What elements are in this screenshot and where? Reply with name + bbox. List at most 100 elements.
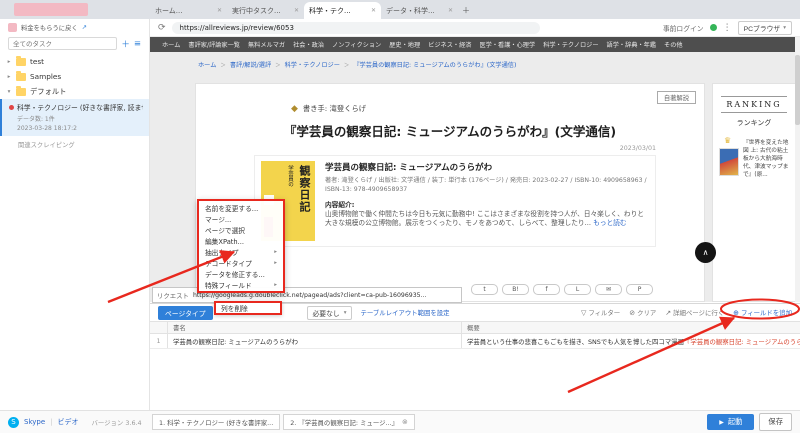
sidebar-folder-test[interactable]: ▸ test [0,54,149,69]
ranking-book-title[interactable]: 『世界を変えた地図 上: 古代の粘土板から大航海時代、津波マップまで』(原... [743,140,790,180]
browser-tab-bar: ホーム... ✕ 実行中タスク... ✕ 科学・テク... ✕ データ・科学..… [0,0,800,19]
skype-icon[interactable]: S [8,416,19,428]
site-nav-science[interactable]: 科学・テクノロジー [543,40,598,49]
site-nav-medical[interactable]: 医学・看護・心理学 [480,40,536,49]
external-icon[interactable]: ↗ [82,24,87,31]
writer-name[interactable]: 書き手: 滝登くらげ [303,104,366,114]
share-hatena-button[interactable]: B! [502,284,529,295]
ranking-item[interactable]: ♛ 『世界を変えた地図 上: 古代の粘土板から大航海時代、津波マップまで』(原.… [718,136,790,180]
ranking-book-cover [719,148,739,176]
share-twitter-button[interactable]: t [471,284,498,295]
tab-science-tech[interactable]: 科学・テク... ✕ [304,2,381,19]
sidebar-folder-default[interactable]: ▾ デフォルト [0,84,149,99]
site-nav-history[interactable]: 歴史・地理 [389,40,420,49]
row-summary-cell[interactable]: 学芸員という仕事の悲喜こもごもを描き、SNSでも人気を博した四コマ漫画 『学芸員… [462,334,800,348]
header-title-column[interactable]: 書名 [168,322,462,333]
caret-down-icon: ▾ [783,24,786,31]
sidebar-folder-samples[interactable]: ▸ Samples [0,69,149,84]
goto-detail-button[interactable]: ↗ 詳細ページに行く [665,308,724,318]
add-field-button[interactable]: ⊕ フィールドを追加 [733,308,792,318]
scrollbar-thumb[interactable] [795,55,800,125]
menu-item-edit-xpath[interactable]: 編集XPath... [199,235,283,246]
menu-item-delete-column[interactable]: 列を削除 [214,301,282,315]
page-scrollbar[interactable] [795,37,800,302]
chevron-right-icon[interactable]: ▸ [6,74,12,80]
field-table-row[interactable]: 1 学芸員の観察日記: ミュージアムのうらがわ 学芸員という仕事の悲喜こもごもを… [150,334,800,349]
chevron-right-icon[interactable]: ▸ [6,59,12,65]
run-button[interactable]: ▶ 起動 [707,414,755,430]
menu-item-extract-type[interactable]: 抽出タイプ ▸ [199,246,283,257]
url-input[interactable] [171,21,540,34]
share-facebook-button[interactable]: f [533,284,560,295]
menu-item-merge[interactable]: マージ... [199,213,283,224]
paging-select[interactable]: 必要なし ▾ [306,305,353,320]
skype-link[interactable]: Skype [24,418,45,426]
filter-button[interactable]: ▽ フィルター [581,308,620,318]
site-nav-other[interactable]: その他 [664,40,683,49]
site-nav-bar: ホーム 書評家/評論家一覧 無料メルマガ 社会・政治 ノンフィクション 歴史・地… [150,37,800,52]
version-label: バージョン 3.6.4 [91,418,142,427]
book-cover-title: 観察日記 [298,165,311,213]
tab-running-tasks[interactable]: 実行中タスク... ✕ [227,2,304,19]
site-nav-language[interactable]: 語学・辞典・年鑑 [607,40,657,49]
upgrade-note[interactable]: 料金をもらうに戻く [21,23,78,32]
device-mode-button[interactable]: PCブラウザ ▾ [737,20,792,35]
breadcrumb-category[interactable]: 科学・テクノロジー [285,62,340,69]
close-icon[interactable]: ✕ [217,7,222,14]
share-pocket-button[interactable]: P [626,284,653,295]
site-nav-home[interactable]: ホーム [162,40,180,49]
header-summary-column[interactable]: 概要 [462,322,800,333]
extraction-panel: ページタイプ 必要なし ▾ テーブルレイアウト範囲を設定 ▽ フィルター ⊘ ク… [150,303,800,410]
site-nav-reviewers[interactable]: 書評家/評論家一覧 [188,40,240,49]
chevron-down-icon[interactable]: ▾ [6,89,12,95]
tab-home[interactable]: ホーム... ✕ [150,2,227,19]
site-nav-nonfiction[interactable]: ノンフィクション [332,40,381,49]
site-nav-business[interactable]: ビジネス・経済 [428,40,471,49]
row-index-cell: 1 [150,334,168,348]
crown-icon: ♛ [724,136,732,145]
close-icon[interactable]: ✕ [448,7,453,14]
related-scraping-link[interactable]: 関連スクレイピング [0,136,149,149]
scroll-to-top-button[interactable]: ∧ [695,242,716,263]
menu-item-rename[interactable]: 名前を変更する... [199,202,283,213]
refresh-icon[interactable]: ⟳ [158,23,166,33]
clear-icon: ⊘ [629,308,636,317]
clear-label: クリア [637,309,657,317]
close-circle-icon[interactable]: ⊗ [402,418,408,426]
tab-data-science[interactable]: データ・科学... ✕ [381,2,458,19]
task-item-selected[interactable]: 科学・テクノロジー (好きな書評家, 読ませ... データ数: 1件 2023-… [0,99,149,136]
list-menu-icon[interactable]: ≡ [134,39,141,49]
menu-item-select-on-page[interactable]: ページで選択 [199,224,283,235]
ranking-title-jp: ランキング [736,119,772,127]
page-type-button[interactable]: ページタイプ [158,305,213,320]
clear-button[interactable]: ⊘ クリア [629,308,657,318]
book-info-box: 観察日記 学芸員の 学芸員の観察日記: ミュージアムのうらがわ 著者: 滝登くら… [254,155,656,247]
bottom-tab-page[interactable]: 2. 『学芸員の観察日記: ミュージ...』 ⊗ [283,414,415,430]
add-task-icon[interactable]: ＋ [121,38,130,50]
close-icon[interactable]: ✕ [294,7,299,14]
book-title[interactable]: 学芸員の観察日記: ミュージアムのうらがわ [325,161,649,173]
site-nav-newsletter[interactable]: 無料メルマガ [248,40,285,49]
divider: | [50,418,53,426]
save-button[interactable]: 保存 [759,413,792,431]
site-nav-society[interactable]: 社会・政治 [293,40,324,49]
menu-item-special-field[interactable]: 特殊フィールド ▸ [199,279,283,290]
task-search-row: ＋ ≡ [0,35,149,54]
chevron-up-icon: ∧ [702,248,709,257]
task-search-input[interactable] [8,37,118,50]
pre-login-label[interactable]: 事前ログイン [663,23,704,33]
menu-item-modify-data[interactable]: データを修正する... [199,268,283,279]
share-line-button[interactable]: L [564,284,591,295]
more-icon[interactable]: ⋮ [723,23,732,33]
breadcrumb-home[interactable]: ホーム [198,62,216,69]
read-more-link[interactable]: もっと読む [593,219,626,227]
row-title-cell[interactable]: 学芸員の観察日記: ミュージアムのうらがわ [168,334,462,348]
video-link[interactable]: ビデオ [58,417,79,427]
bottom-tab-task[interactable]: 1. 科学・テクノロジー (好きな書評家... [152,414,281,430]
menu-item-decode-type[interactable]: デコードタイプ ▸ [199,257,283,268]
layout-range-link[interactable]: テーブルレイアウト範囲を設定 [360,308,449,317]
close-icon[interactable]: ✕ [371,7,376,14]
new-tab-button[interactable]: ＋ [458,2,474,19]
share-mail-button[interactable]: ✉ [595,284,622,295]
breadcrumb-reviews[interactable]: 書評/解説/選評 [230,62,271,69]
